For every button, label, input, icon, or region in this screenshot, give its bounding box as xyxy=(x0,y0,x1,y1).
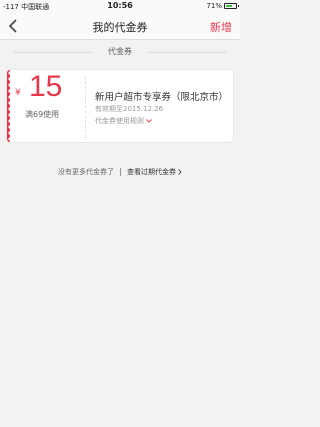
coupon-currency: ¥ xyxy=(15,88,21,98)
status-bar: -117 中国联通 10:56 71% xyxy=(0,0,240,13)
chevron-right-icon xyxy=(178,169,182,175)
status-time: 10:56 xyxy=(107,1,133,10)
footer-note: 没有更多代金券了 查看过期代金券 xyxy=(0,167,240,177)
coupon-name: 新用户超市专享券（限北京市） xyxy=(95,92,229,103)
no-more-text: 没有更多代金券了 xyxy=(58,168,114,176)
section-divider-right xyxy=(148,52,226,53)
coupon-validity: 有效期至2015.12.26 xyxy=(95,105,164,113)
coupon-edge xyxy=(7,70,10,142)
coupon-condition: 满69使用 xyxy=(25,110,60,119)
page-title: 我的代金券 xyxy=(92,21,148,34)
battery-icon xyxy=(224,3,239,9)
chevron-down-icon xyxy=(146,119,152,123)
footer-separator xyxy=(120,168,121,176)
coupon-rules-link[interactable]: 代金券使用规则 xyxy=(95,116,152,126)
nav-bar: 我的代金券 新增 xyxy=(0,13,240,40)
expired-coupons-label: 查看过期代金券 xyxy=(127,168,176,176)
coupon-card[interactable]: ¥ 15 满69使用 新用户超市专享券（限北京市） 有效期至2015.12.26… xyxy=(6,69,234,143)
coupon-rules-label: 代金券使用规则 xyxy=(95,117,144,125)
coupon-amount: 15 xyxy=(29,70,63,103)
status-right: 71% xyxy=(206,2,239,10)
coupon-divider xyxy=(85,76,87,138)
battery-percent: 71% xyxy=(206,2,222,10)
expired-coupons-link[interactable]: 查看过期代金券 xyxy=(127,167,182,177)
add-button[interactable]: 新增 xyxy=(210,19,232,35)
